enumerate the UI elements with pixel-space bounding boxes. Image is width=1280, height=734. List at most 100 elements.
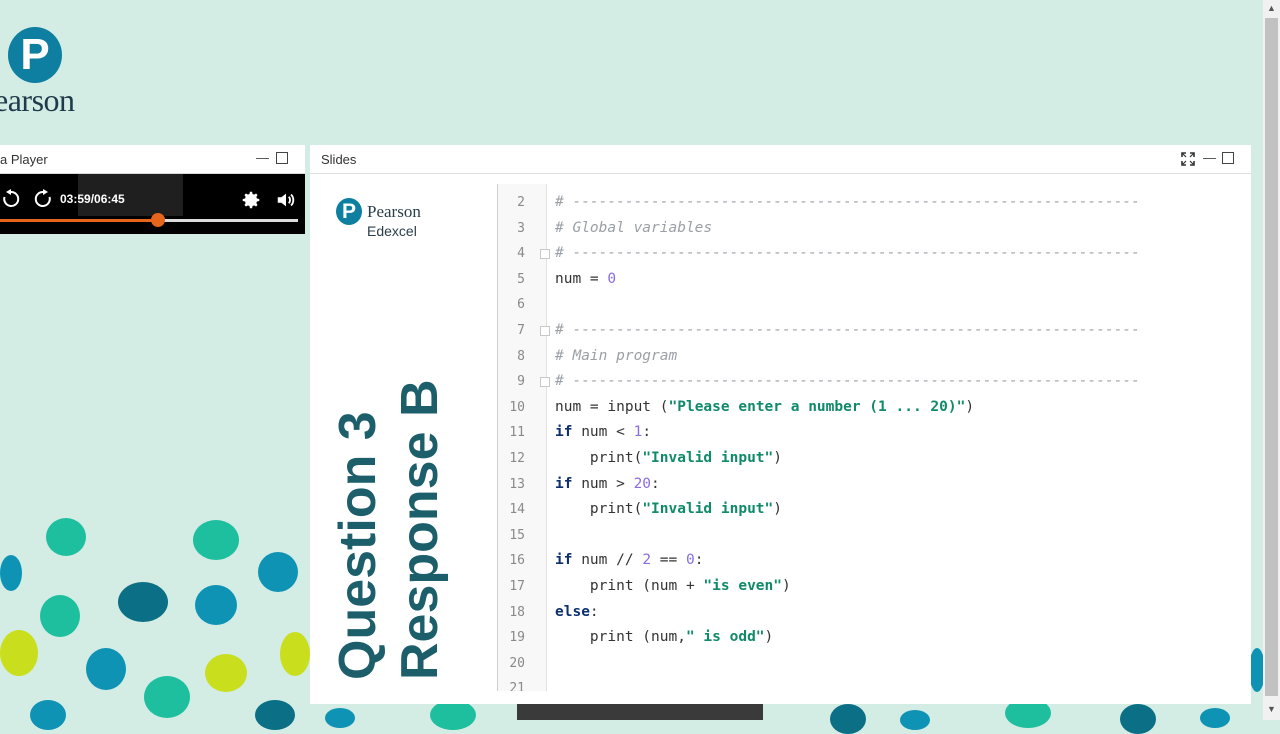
slides-minimize-icon[interactable]: —	[1203, 151, 1216, 165]
decorative-dot	[255, 700, 295, 730]
tooltip-overlay	[78, 174, 183, 216]
code-text: # --------------------------------------…	[555, 322, 1140, 338]
slides-maximize-icon[interactable]	[1222, 152, 1234, 164]
code-text: # Global variables	[555, 219, 713, 236]
line-number: 18	[509, 604, 525, 620]
media-player-header: a Player —	[0, 145, 305, 174]
fold-marker-icon[interactable]	[540, 326, 550, 336]
code-text: # --------------------------------------…	[555, 373, 1140, 390]
decorative-dot	[430, 700, 476, 730]
code-line: 9 # -------------------------------------…	[498, 369, 1248, 395]
line-number: 2	[517, 195, 525, 210]
decorative-dot	[195, 585, 237, 625]
code-line: 15	[498, 523, 1248, 549]
decorative-dot	[86, 648, 126, 690]
line-number: 21	[509, 681, 525, 691]
code-line: 17 print (num + "is even")	[498, 574, 1248, 600]
decorative-dot	[205, 654, 247, 692]
seek-handle[interactable]	[150, 213, 165, 227]
line-number: 19	[509, 630, 525, 646]
decorative-dot	[193, 520, 239, 560]
code-text: print (num," is odd")	[589, 629, 774, 646]
slide-pearson-logo-icon: P	[336, 198, 362, 225]
slide-edexcel-label: Edexcel	[367, 223, 417, 239]
forward-icon[interactable]	[34, 189, 52, 209]
code-text: print (num + "is even")	[589, 578, 791, 594]
code-line: 2 # -------------------------------------…	[498, 190, 1248, 216]
line-number: 8	[517, 348, 525, 364]
line-number: 4	[517, 246, 525, 262]
rewind-icon[interactable]	[2, 189, 20, 209]
bottom-video-strip	[517, 703, 763, 720]
slide-content: P Pearson Edexcel Question 3 Response B …	[310, 174, 1251, 704]
page-scrollbar[interactable]: ▲ ▼	[1263, 0, 1280, 720]
code-text: else:	[555, 603, 599, 620]
line-number: 20	[509, 655, 525, 671]
decorative-dot	[0, 555, 22, 591]
seek-progress	[0, 219, 158, 222]
slide-response-heading: Response B	[391, 379, 449, 680]
line-number: 15	[509, 527, 525, 543]
code-line: 18 else:	[498, 600, 1248, 626]
fullscreen-icon[interactable]	[1181, 152, 1195, 166]
code-text: if num // 2 == 0:	[555, 552, 704, 569]
decorative-dot	[1120, 704, 1156, 734]
decorative-dot	[900, 710, 930, 730]
code-line: 12 print("Invalid input")	[498, 446, 1248, 472]
code-text: if num > 20:	[555, 475, 660, 492]
media-player-title: a Player	[0, 152, 48, 167]
code-line: 11 if num < 1:	[498, 420, 1248, 446]
code-text: num = 0	[555, 270, 617, 287]
code-editor: 2 # -------------------------------------…	[497, 184, 1248, 691]
maximize-icon[interactable]	[276, 152, 288, 164]
scroll-down-icon[interactable]: ▼	[1267, 704, 1276, 714]
code-line: 8 # Main program	[498, 344, 1248, 370]
code-line: 16 if num // 2 == 0:	[498, 548, 1248, 574]
code-line: 21	[498, 676, 1248, 691]
line-number: 6	[517, 297, 525, 313]
code-line: 20	[498, 651, 1248, 677]
line-number: 13	[509, 476, 525, 492]
pearson-logo-wordmark: earson	[0, 82, 75, 118]
seek-bar[interactable]	[0, 213, 298, 227]
scrollbar-thumb[interactable]	[1265, 18, 1278, 696]
line-number: 10	[509, 399, 525, 415]
fold-marker-icon[interactable]	[540, 249, 550, 260]
decorative-dot	[830, 704, 866, 734]
slide-pearson-wordmark: Pearson	[367, 202, 421, 221]
decorative-dot	[280, 632, 310, 676]
code-text: if num < 1:	[555, 424, 652, 441]
decorative-dot	[0, 630, 38, 676]
media-player-controls: 03:59/06:45	[0, 174, 305, 234]
decorative-dot	[46, 518, 86, 556]
code-text: print("Invalid input")	[589, 501, 782, 518]
decorative-dot	[1200, 708, 1230, 728]
code-line: 4 # -------------------------------------…	[498, 241, 1248, 267]
code-text: # Main program	[555, 347, 678, 364]
line-number: 17	[509, 579, 525, 594]
code-text: # --------------------------------------…	[555, 194, 1140, 210]
code-line: 19 print (num," is odd")	[498, 625, 1248, 651]
line-number: 14	[509, 502, 525, 518]
decorative-dot	[144, 676, 190, 718]
line-number: 12	[509, 451, 525, 466]
code-text: print("Invalid input")	[589, 450, 782, 466]
code-line: 10 num = input ("Please enter a number (1…	[498, 395, 1248, 421]
settings-gear-icon[interactable]	[240, 189, 262, 211]
line-number: 7	[517, 323, 525, 338]
volume-icon[interactable]	[275, 189, 297, 211]
decorative-dot	[131, 512, 161, 538]
code-line: 13 if num > 20:	[498, 472, 1248, 498]
decorative-dot	[325, 708, 355, 728]
scroll-up-icon[interactable]: ▲	[1267, 3, 1276, 13]
code-line: 6	[498, 292, 1248, 318]
slides-header: Slides —	[310, 145, 1251, 174]
line-number: 5	[517, 271, 525, 287]
pearson-logo-icon: P	[8, 27, 62, 83]
decorative-dot	[118, 582, 168, 622]
code-line: 7 # -------------------------------------…	[498, 318, 1248, 344]
line-number: 9	[517, 374, 525, 390]
minimize-icon[interactable]: —	[256, 151, 269, 165]
fold-marker-icon[interactable]	[540, 377, 550, 388]
decorative-dot	[40, 595, 80, 637]
